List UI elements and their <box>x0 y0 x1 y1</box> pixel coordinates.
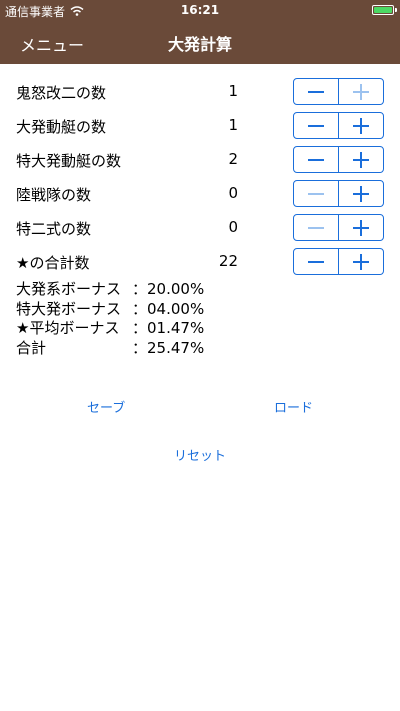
save-button[interactable]: セーブ <box>87 397 125 416</box>
bonus-row: 大発系ボーナス ：20.00% <box>16 280 204 300</box>
counter-stepper <box>293 214 384 241</box>
minus-icon <box>308 226 324 229</box>
minus-icon <box>308 158 324 161</box>
counter-row: 特大発動艇の数 2 <box>0 142 400 176</box>
bonus-row: ★平均ボーナス ：01.47% <box>16 319 204 339</box>
increment-button[interactable] <box>339 181 383 206</box>
status-time: 16:21 <box>180 3 220 17</box>
minus-icon <box>308 124 324 127</box>
bonus-label: 大発系ボーナス <box>16 280 122 298</box>
plus-icon <box>353 83 369 100</box>
bonus-label: 特大発ボーナス <box>16 299 122 318</box>
page-title: 大発計算 <box>167 35 232 54</box>
increment-button[interactable] <box>339 147 383 172</box>
counter-label: 特二式の数 <box>16 220 92 238</box>
counter-stepper <box>293 180 384 207</box>
bonus-summary: 大発系ボーナス ：20.00% 特大発ボーナス ：04.00% ★平均ボーナス ：01.4… <box>16 280 204 358</box>
increment-button[interactable] <box>339 249 383 274</box>
minus-icon <box>308 260 324 263</box>
plus-icon <box>353 253 369 270</box>
counter-stepper <box>293 78 384 105</box>
counter-row: 特二式の数 0 <box>0 210 400 244</box>
status-bar: 通信事業者 16:21 <box>0 0 400 20</box>
bonus-value: ：01.47% <box>132 319 205 337</box>
counter-row: 鬼怒改二の数 1 <box>0 74 400 108</box>
bonus-value: ：04.00% <box>132 299 205 318</box>
plus-icon <box>353 219 369 236</box>
minus-icon <box>308 192 324 195</box>
counter-value: 1 <box>228 116 238 134</box>
decrement-button[interactable] <box>294 113 339 138</box>
reset-button[interactable]: リセット <box>174 445 226 464</box>
counter-label: 陸戦隊の数 <box>16 186 92 204</box>
counter-row: 陸戦隊の数 0 <box>0 176 400 210</box>
counter-value: 0 <box>228 218 238 236</box>
counter-value: 0 <box>228 184 238 202</box>
decrement-button[interactable] <box>294 215 339 240</box>
decrement-button[interactable] <box>294 79 339 104</box>
increment-button[interactable] <box>339 79 383 104</box>
counter-stepper <box>293 248 384 275</box>
bonus-row: 特大発ボーナス ：04.00% <box>16 300 204 320</box>
counter-label: 特大発動艇の数 <box>16 152 122 170</box>
increment-button[interactable] <box>339 113 383 138</box>
decrement-button[interactable] <box>294 181 339 206</box>
counter-label: 鬼怒改二の数 <box>16 84 107 102</box>
plus-icon <box>353 185 369 202</box>
counter-stepper <box>293 146 384 173</box>
bonus-label: 合計 <box>16 338 47 357</box>
counter-value: 22 <box>218 252 238 270</box>
minus-icon <box>308 90 324 93</box>
plus-icon <box>353 151 369 168</box>
decrement-button[interactable] <box>294 147 339 172</box>
counter-value: 1 <box>228 82 238 100</box>
nav-bar: メニュー 大発計算 <box>0 20 400 64</box>
decrement-button[interactable] <box>294 249 339 274</box>
increment-button[interactable] <box>339 215 383 240</box>
load-button[interactable]: ロード <box>274 397 313 416</box>
counter-label: ★の合計数 <box>16 254 90 272</box>
counter-list: 鬼怒改二の数 1 大発動艇の数 1 特大発動艇の数 2 陸戦隊の数 0 特二式の数 0 ★の合計数 2… <box>0 74 400 278</box>
bonus-label: ★平均ボーナス <box>16 319 120 337</box>
counter-row: 大発動艇の数 1 <box>0 108 400 142</box>
counter-stepper <box>293 112 384 139</box>
plus-icon <box>353 117 369 134</box>
battery-icon <box>372 5 394 15</box>
bonus-value: ：20.00% <box>132 280 205 298</box>
bonus-value: ：25.47% <box>132 338 205 357</box>
counter-row: ★の合計数 22 <box>0 244 400 278</box>
counter-value: 2 <box>228 150 238 168</box>
counter-label: 大発動艇の数 <box>16 118 107 136</box>
bonus-row: 合計 ：25.47% <box>16 339 204 359</box>
